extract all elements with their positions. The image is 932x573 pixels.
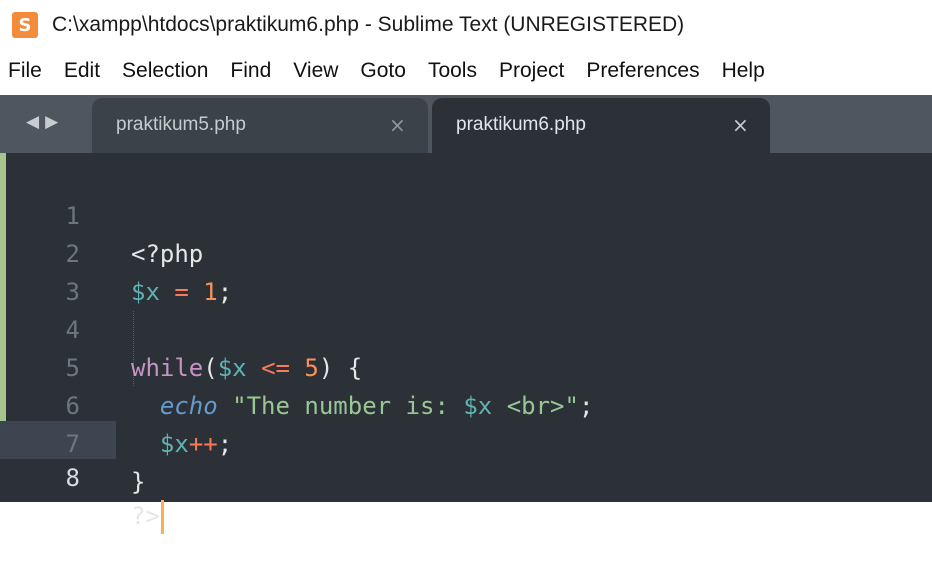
menu-help[interactable]: Help: [722, 59, 765, 83]
menu-edit[interactable]: Edit: [64, 59, 100, 83]
menu-project[interactable]: Project: [499, 59, 564, 83]
tab-praktikum6[interactable]: praktikum6.php ×: [432, 98, 770, 153]
code-line-current[interactable]: 8 ?>: [0, 421, 932, 534]
code-line[interactable]: 1 <?php: [0, 159, 932, 268]
code-line[interactable]: 6 $x++;: [0, 349, 932, 458]
chevron-left-icon[interactable]: ◀: [26, 112, 39, 132]
token-punctuation: }: [131, 468, 146, 496]
code-line[interactable]: 4 while($x <= 5) {: [0, 273, 932, 382]
code-line[interactable]: 7 }: [0, 387, 932, 496]
menu-find[interactable]: Find: [230, 59, 271, 83]
menu-file[interactable]: File: [8, 59, 42, 83]
code-text: ?>: [131, 497, 164, 535]
title-bar: S C:\xampp\htdocs\praktikum6.php - Subli…: [0, 0, 932, 50]
code-line[interactable]: 3: [0, 235, 932, 306]
chevron-right-icon[interactable]: ▶: [45, 112, 58, 132]
window-title: C:\xampp\htdocs\praktikum6.php - Sublime…: [52, 13, 685, 36]
menu-tools[interactable]: Tools: [428, 59, 477, 83]
sublime-text-icon: S: [12, 12, 38, 38]
tab-bar: ◀ ▶ praktikum5.php × praktikum6.php ×: [0, 95, 932, 153]
close-icon[interactable]: ×: [732, 113, 749, 137]
code-editor[interactable]: 1 <?php 2 $x = 1; 3 4 while($x <= 5) { 5…: [0, 153, 932, 534]
menu-goto[interactable]: Goto: [360, 59, 406, 83]
code-text: }: [131, 463, 145, 501]
code-line[interactable]: 5 echo "The number is: $x <br>";: [0, 311, 932, 420]
code-line[interactable]: 2 $x = 1;: [0, 197, 932, 306]
menu-preferences[interactable]: Preferences: [586, 59, 699, 83]
close-icon[interactable]: ×: [389, 113, 406, 137]
php-close-tag: ?>: [131, 502, 160, 530]
menu-view[interactable]: View: [293, 59, 338, 83]
line-number: 8: [65, 464, 80, 492]
menu-bar: File Edit Selection Find View Goto Tools…: [0, 50, 932, 92]
text-cursor: [160, 500, 164, 534]
tab-praktikum5[interactable]: praktikum5.php ×: [92, 98, 428, 153]
tab-label: praktikum5.php: [116, 114, 246, 135]
tab-label: praktikum6.php: [456, 114, 586, 135]
tab-navigation: ◀ ▶: [26, 112, 58, 132]
menu-selection[interactable]: Selection: [122, 59, 208, 83]
